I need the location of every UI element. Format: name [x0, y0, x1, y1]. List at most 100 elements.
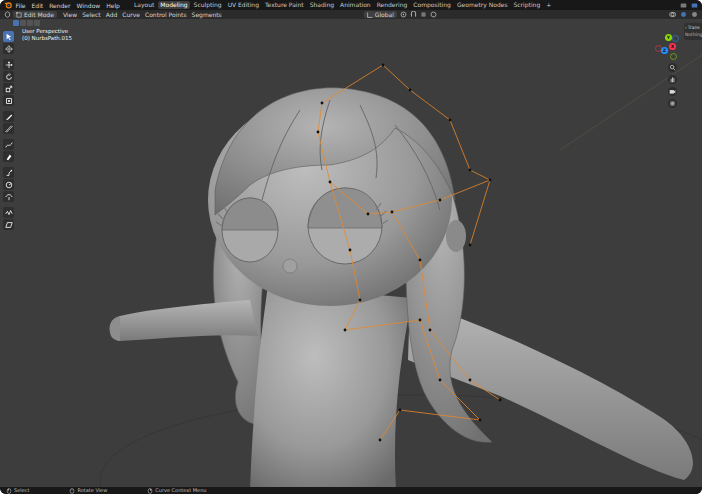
- tool-button[interactable]: [3, 151, 14, 162]
- navigation-button[interactable]: [668, 63, 677, 72]
- app-menu-item[interactable]: Render: [47, 1, 73, 10]
- tool-button[interactable]: [3, 71, 14, 82]
- mouse-middle-icon: [69, 488, 75, 494]
- tool-button[interactable]: [3, 139, 14, 150]
- tool-button[interactable]: [3, 167, 14, 178]
- tool-button[interactable]: [3, 191, 14, 202]
- proportional-icon[interactable]: [430, 11, 437, 18]
- scene-icon[interactable]: [680, 2, 687, 9]
- workspace-tab[interactable]: Modeling: [158, 1, 190, 9]
- character-model-icon[interactable]: [0, 19, 702, 487]
- select-mode-button[interactable]: [13, 20, 19, 26]
- app-menu-item[interactable]: File: [13, 1, 28, 10]
- select-mode-group: [13, 20, 40, 26]
- navigation-button[interactable]: [668, 87, 677, 96]
- workspace-tab[interactable]: Animation: [338, 1, 374, 9]
- status-hint-label: Select: [14, 487, 29, 494]
- toolbar-separator: [3, 203, 14, 206]
- workspace-tab[interactable]: Texture Paint: [262, 1, 306, 9]
- workspace-tab[interactable]: Shading: [307, 1, 336, 9]
- app-menu-item[interactable]: Window: [74, 1, 103, 10]
- sidebar-text: Nothing: [685, 31, 702, 38]
- select-box-icon: [5, 33, 13, 41]
- select-mode-button[interactable]: [34, 20, 40, 26]
- workspace-tab[interactable]: Geometry Nodes: [454, 1, 510, 9]
- tool-button[interactable]: [3, 179, 14, 190]
- negative-axis-dot[interactable]: [670, 53, 677, 60]
- workspace-tabs: LayoutModelingSculptingUV EditingTexture…: [131, 1, 553, 9]
- active-object-name: (0) NurbsPath.015: [22, 35, 72, 42]
- transform-icon: [5, 97, 13, 105]
- view-name: User Perspective: [22, 28, 72, 35]
- shading-solid-icon[interactable]: [680, 11, 687, 18]
- app-menu-item[interactable]: Help: [104, 1, 123, 10]
- rotate-icon: [5, 73, 13, 81]
- shear-icon: [5, 221, 13, 229]
- status-hint: Select: [6, 487, 29, 494]
- pivot-icon[interactable]: [400, 11, 407, 18]
- mode-dropdown[interactable]: Edit Mode: [13, 11, 57, 18]
- status-hint-label: Rotate View: [77, 487, 107, 494]
- workspace-tab[interactable]: Layout: [131, 1, 156, 9]
- header-menus: View Select Add Curve Control Points Segments: [63, 10, 222, 19]
- add-workspace-button[interactable]: +: [544, 1, 554, 9]
- tool-button[interactable]: [3, 83, 14, 94]
- select-mode-button[interactable]: [27, 20, 33, 26]
- view-layer-icon[interactable]: [691, 2, 698, 9]
- snap-target-icon[interactable]: [420, 11, 427, 18]
- toolbar: [3, 31, 14, 230]
- header-menu-item[interactable]: View: [63, 10, 77, 19]
- mouse-left-icon: [6, 488, 12, 494]
- edit-mode-icon: [16, 12, 22, 18]
- pen-icon: [5, 153, 13, 161]
- tool-button[interactable]: [3, 219, 14, 230]
- tool-button[interactable]: [3, 59, 14, 70]
- editor-type-icon[interactable]: [4, 11, 11, 18]
- header-menu-item[interactable]: Curve: [122, 10, 140, 19]
- navigation-gizmo[interactable]: XYZ: [652, 31, 680, 59]
- tool-button[interactable]: [3, 111, 14, 122]
- workspace-tab[interactable]: Sculpting: [191, 1, 224, 9]
- header-menu-item[interactable]: Control Points: [145, 10, 187, 19]
- select-mode-button[interactable]: [20, 20, 26, 26]
- workspace-tab[interactable]: Compositing: [411, 1, 454, 9]
- axis-dot[interactable]: X: [669, 43, 676, 50]
- sidebar-header[interactable]: ›Trans: [685, 24, 702, 31]
- axis-dot[interactable]: Z: [661, 47, 668, 54]
- tool-button[interactable]: [3, 207, 14, 218]
- header-menu-item[interactable]: Segments: [192, 10, 222, 19]
- toolbar-separator: [3, 55, 14, 58]
- shading-material-icon[interactable]: [691, 11, 698, 18]
- transform-controls: Global: [364, 11, 437, 18]
- snap-icon[interactable]: [410, 11, 417, 18]
- grid-icon: [669, 100, 676, 107]
- header-menu-item[interactable]: Add: [106, 10, 118, 19]
- sidebar-header-label: Trans: [688, 24, 700, 31]
- tool-button[interactable]: [3, 31, 14, 42]
- overlay-icon[interactable]: [669, 11, 676, 18]
- blender-logo-icon[interactable]: [4, 1, 12, 9]
- negative-axis-dot[interactable]: [672, 35, 679, 42]
- navigation-button[interactable]: [668, 99, 677, 108]
- tilt-icon: [5, 193, 13, 201]
- sidebar-panel: ›TransNothing: [684, 23, 702, 40]
- navigation-button[interactable]: [668, 75, 677, 84]
- zoom-icon: [669, 64, 676, 71]
- 3d-viewport[interactable]: User Perspective(0) NurbsPath.015XYZ›Tra…: [0, 19, 702, 487]
- orientation-dropdown[interactable]: Global: [364, 11, 397, 18]
- workspace-tab[interactable]: UV Editing: [225, 1, 261, 9]
- axis-dot[interactable]: Y: [665, 34, 672, 41]
- status-hint: Rotate View: [69, 487, 107, 494]
- tool-button[interactable]: [3, 43, 14, 54]
- workspace-tab[interactable]: Rendering: [374, 1, 410, 9]
- toolbar-separator: [3, 107, 14, 110]
- header-menu-item[interactable]: Select: [82, 10, 101, 19]
- tool-button[interactable]: [3, 123, 14, 134]
- workspace-tab[interactable]: Scripting: [511, 1, 543, 9]
- app-menu-item[interactable]: Edit: [29, 1, 46, 10]
- tool-button[interactable]: [3, 95, 14, 106]
- orientation-icon: [367, 12, 373, 18]
- move-icon: [5, 61, 13, 69]
- camera-icon: [669, 88, 676, 95]
- collapse-icon[interactable]: ›: [685, 24, 687, 31]
